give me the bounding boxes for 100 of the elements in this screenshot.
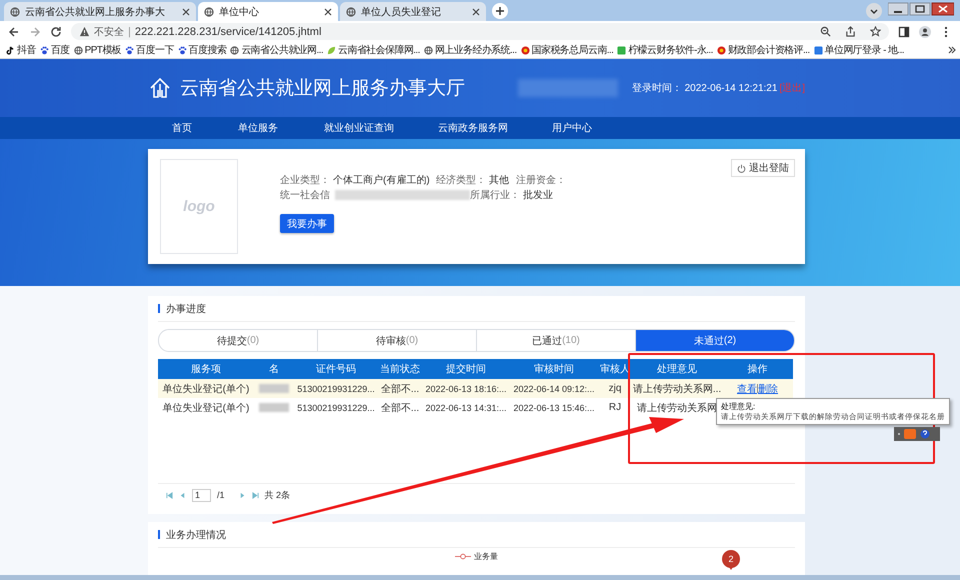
browser-tab[interactable]: 单位中心	[198, 2, 338, 21]
status-tab[interactable]: 未通过(2)	[636, 330, 794, 351]
close-icon[interactable]	[472, 8, 480, 16]
table-cell: 2022-06-13 18:16:...	[422, 379, 510, 398]
bookmark-item[interactable]: 网上业务经办系统...	[422, 43, 519, 57]
column-header: 服务项	[158, 359, 254, 379]
field-label: 经济类型：	[436, 174, 486, 186]
field-value: 个体工商户(有雇工的)	[333, 174, 430, 186]
paw-icon	[178, 46, 187, 54]
bookmark-item[interactable]: 财政部会计资格评...	[714, 43, 812, 57]
page-input[interactable]: 1	[192, 488, 211, 502]
table-cell: 51300219931229...	[294, 379, 378, 398]
legend-label: 业务量	[474, 551, 498, 562]
legend-line-icon	[455, 553, 471, 560]
house-arrow-icon	[148, 76, 172, 100]
paw-icon	[40, 46, 49, 54]
table-cell: zjq	[598, 379, 632, 398]
field-value: 其他	[489, 174, 509, 186]
star-icon[interactable]	[870, 26, 881, 37]
column-header: 名	[254, 359, 294, 379]
field-value: 批发业	[523, 188, 553, 202]
nav-item[interactable]: 单位服务	[238, 121, 278, 135]
new-tab-icon[interactable]	[492, 3, 508, 19]
reload-icon[interactable]	[50, 26, 62, 38]
square-icon	[814, 46, 823, 54]
column-header: 操作	[722, 359, 793, 379]
browser-tab[interactable]: 单位人员失业登记	[340, 2, 486, 21]
table-cell: 2022-06-13 15:46:...	[510, 398, 598, 417]
power-icon	[737, 164, 746, 172]
emblem-icon	[716, 46, 726, 54]
close-icon[interactable]	[324, 8, 332, 16]
window-controls-icon[interactable]	[888, 2, 954, 16]
globe-icon	[346, 6, 356, 16]
music-note-icon	[6, 46, 15, 54]
column-header: 提交时间	[422, 359, 510, 379]
address-field[interactable]: 不安全 | 222.221.228.231/service/141205.jhtml	[71, 23, 889, 40]
emblem-icon	[520, 46, 530, 54]
tab-search-icon[interactable]	[866, 3, 882, 19]
nav-item[interactable]: 首页	[172, 121, 192, 135]
back-icon[interactable]	[8, 26, 20, 38]
apply-button[interactable]: 我要办事	[280, 214, 334, 233]
section-title: 办事进度	[166, 302, 206, 316]
column-header: 审核时间	[510, 359, 598, 379]
table-cell: 单位失业登记(单个)	[158, 379, 254, 398]
record-count: 共 2条	[264, 488, 290, 502]
globe-icon	[74, 46, 83, 54]
table-cell: 请上传劳动关系网...	[632, 379, 722, 398]
bookmark-item[interactable]: 百度搜索	[176, 43, 228, 57]
redaction-block	[259, 384, 289, 393]
globe-icon	[424, 46, 433, 54]
column-header: 当前状态	[378, 359, 422, 379]
bookmark-item[interactable]: 国家税务总局云南...	[518, 43, 616, 57]
field-label: 统一社会信	[280, 188, 330, 202]
share-icon[interactable]	[845, 26, 856, 37]
warning-icon	[79, 26, 90, 37]
browser-tab[interactable]: 云南省公共就业网上服务办事大	[4, 2, 196, 21]
login-time: 登录时间： 2022-06-14 12:21:21	[632, 82, 778, 95]
action-link[interactable]: 查看	[737, 384, 757, 394]
status-tab[interactable]: 待审核(0)	[318, 330, 477, 351]
bookmark-item[interactable]: 百度	[38, 43, 72, 57]
bookmark-item[interactable]: 单位网厅登录 - 地...	[812, 43, 906, 57]
close-icon[interactable]	[182, 8, 190, 16]
input-method-toolbar-icon[interactable]	[894, 427, 940, 441]
side-panel-icon[interactable]	[898, 26, 910, 38]
page-total: /1	[217, 490, 225, 500]
redaction-block	[259, 403, 289, 412]
logout-button[interactable]: 退出登陆	[731, 159, 795, 177]
zoom-icon[interactable]	[820, 26, 831, 37]
field-label: 所属行业：	[470, 188, 520, 202]
field-label: 注册资金：	[516, 174, 566, 186]
bookmark-item[interactable]: 抖音	[4, 43, 38, 57]
bookmark-item[interactable]: 云南省社会保障网...	[325, 43, 422, 57]
table-cell: 2022-06-14 09:12:...	[510, 379, 598, 398]
nav-item[interactable]: 就业创业证查询	[324, 121, 394, 135]
more-bookmarks-icon[interactable]	[948, 46, 956, 54]
bookmark-item[interactable]: 百度一下	[123, 43, 176, 57]
profile-icon[interactable]	[919, 26, 931, 38]
bookmark-item[interactable]: PPT模板	[72, 43, 124, 57]
nav-item[interactable]: 用户中心	[552, 121, 592, 135]
status-tab[interactable]: 待提交(0)	[159, 330, 318, 351]
action-link[interactable]: 删除	[758, 384, 778, 394]
column-header: 证件号码	[294, 359, 378, 379]
globe-icon	[230, 46, 240, 54]
table-cell: 全部不...	[378, 379, 422, 398]
globe-icon	[204, 6, 214, 16]
field-label: 企业类型：	[280, 174, 330, 186]
paw-icon	[125, 46, 134, 54]
table-cell: 全部不...	[378, 398, 422, 417]
globe-icon	[10, 6, 20, 16]
table-cell: 2022-06-13 14:31:...	[422, 398, 510, 417]
section-title: 业务办理情况	[166, 528, 226, 542]
nav-item[interactable]: 云南政务服务网	[438, 121, 508, 135]
column-header: 处理意见	[632, 359, 722, 379]
bookmark-item[interactable]: 云南省公共就业网...	[228, 43, 326, 57]
site-title: 云南省公共就业网上服务办事大厅	[180, 77, 465, 101]
table-cell: 51300219931229...	[294, 398, 378, 417]
table-cell: 单位失业登记(单个)	[158, 398, 254, 417]
square-icon	[617, 46, 626, 54]
bookmark-item[interactable]: 柠檬云财务软件-永...	[615, 43, 715, 57]
leaf-icon	[327, 46, 336, 54]
